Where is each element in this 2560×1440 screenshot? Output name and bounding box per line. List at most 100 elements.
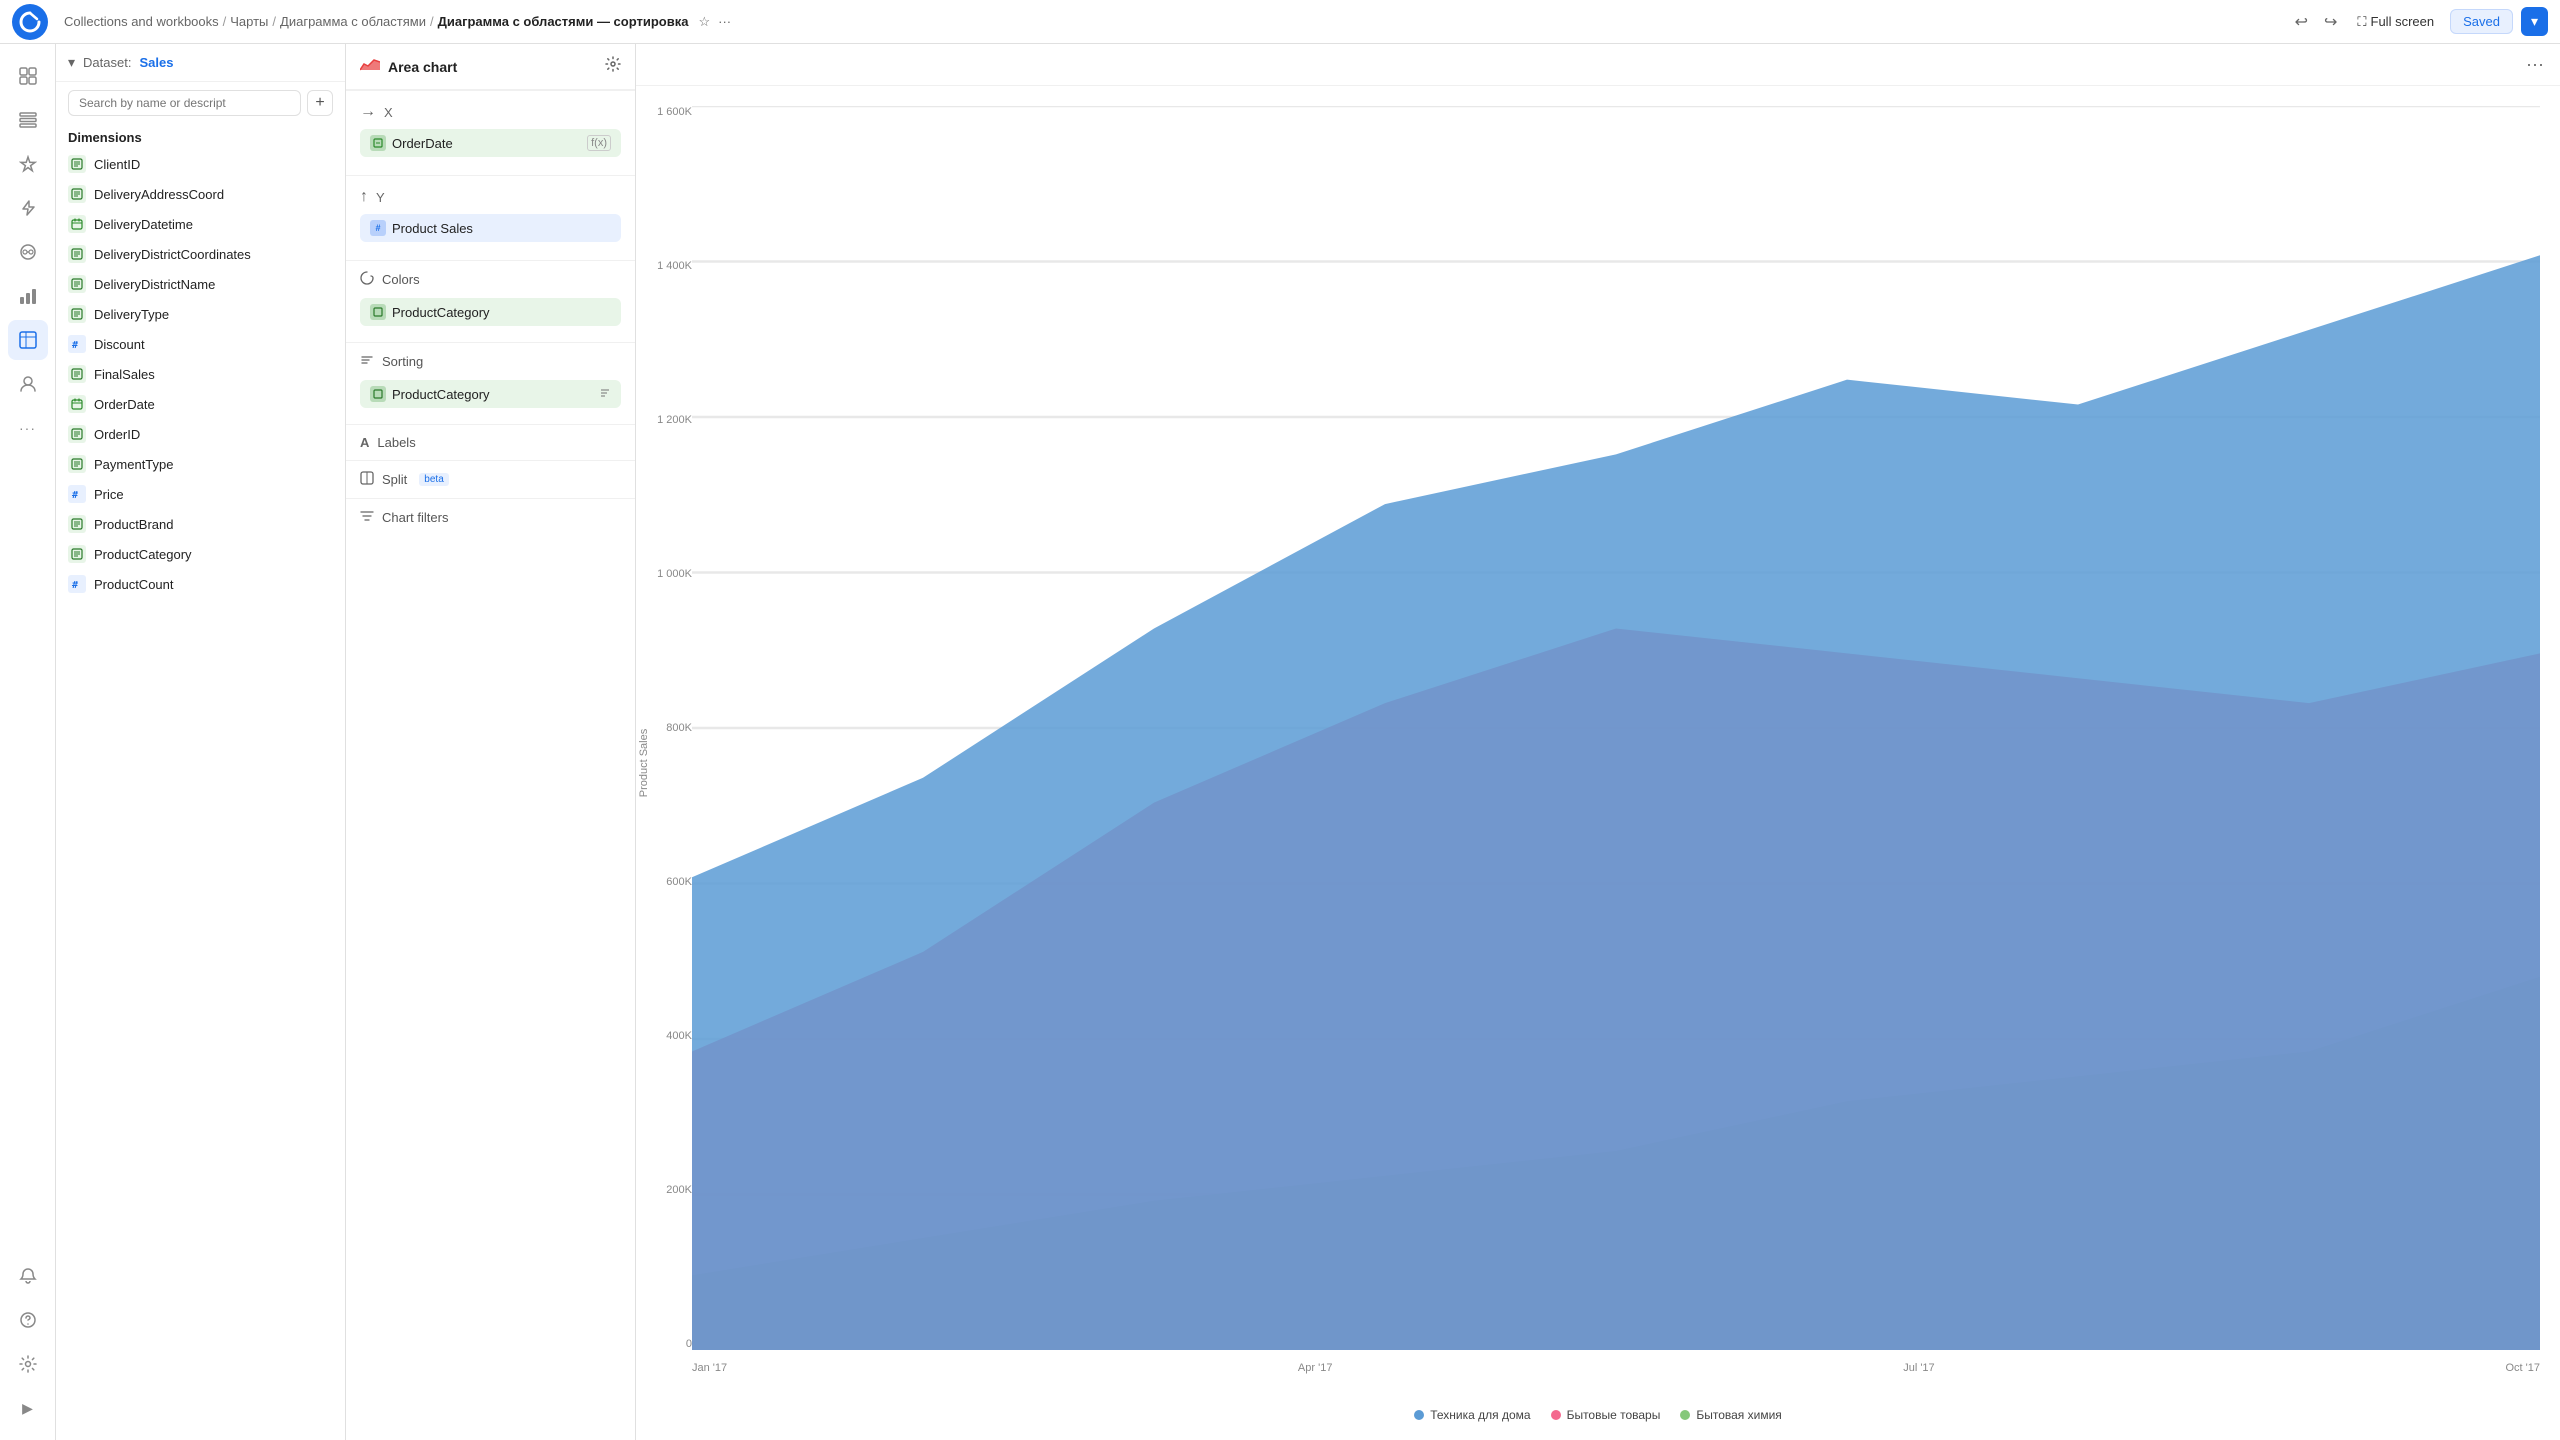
field-type-icon	[68, 185, 86, 203]
chart-settings-icon[interactable]	[605, 56, 621, 77]
field-item[interactable]: FinalSales	[56, 359, 345, 389]
y-label-400: 400K	[666, 1030, 692, 1042]
field-item[interactable]: DeliveryDistrictName	[56, 269, 345, 299]
sidebar-item-bell[interactable]	[8, 1256, 48, 1296]
field-item[interactable]: ProductCategory	[56, 539, 345, 569]
x-axis-section: → X OrderDate f(x)	[346, 91, 635, 175]
redo-button[interactable]: ↪	[2320, 8, 2341, 36]
field-item[interactable]: # Discount	[56, 329, 345, 359]
field-item[interactable]: DeliveryAddressCoord	[56, 179, 345, 209]
legend-dot-pink	[1551, 1410, 1561, 1420]
chart-type-name: Area chart	[388, 59, 457, 75]
x-field-fx-icon[interactable]: f(x)	[587, 135, 611, 151]
field-type-icon	[68, 515, 86, 533]
field-item[interactable]: DeliveryDistrictCoordinates	[56, 239, 345, 269]
breadcrumb-item-2[interactable]: Чарты	[230, 14, 268, 29]
legend-dot-blue	[1414, 1410, 1424, 1420]
field-item[interactable]: ProductBrand	[56, 509, 345, 539]
colors-section-header: Colors	[346, 261, 635, 298]
field-item[interactable]: OrderDate	[56, 389, 345, 419]
legend-label-blue: Техника для дома	[1430, 1408, 1530, 1422]
x-label-apr: Apr '17	[1298, 1362, 1333, 1374]
field-name: DeliveryDatetime	[94, 217, 193, 232]
dropdown-button[interactable]: ▾	[2521, 7, 2548, 36]
dataset-name: Sales	[139, 55, 173, 70]
field-item[interactable]: PaymentType	[56, 449, 345, 479]
sidebar-item-list[interactable]	[8, 100, 48, 140]
breadcrumb-item-3[interactable]: Диаграмма с областями	[280, 14, 426, 29]
sorting-icon	[360, 353, 374, 370]
field-type-icon	[68, 245, 86, 263]
chart-filters-section-header[interactable]: Chart filters	[346, 499, 635, 536]
colors-field-row: ProductCategory	[346, 298, 635, 342]
colors-field-type-icon	[370, 304, 386, 320]
y-label-1000: 1 000K	[657, 568, 692, 580]
chart-more-button[interactable]: ···	[2526, 54, 2544, 75]
breadcrumb-item-1[interactable]: Collections and workbooks	[64, 14, 219, 29]
undo-button[interactable]: ↩	[2291, 8, 2312, 36]
field-name: ProductCategory	[94, 547, 192, 562]
sidebar-item-star[interactable]	[8, 144, 48, 184]
sidebar-item-play[interactable]: ▶	[8, 1388, 48, 1428]
collapse-button[interactable]: ▾	[68, 54, 75, 71]
field-item[interactable]: DeliveryDatetime	[56, 209, 345, 239]
field-item[interactable]: # ProductCount	[56, 569, 345, 599]
sorting-field-row: ProductCategory	[346, 380, 635, 424]
area-chart-icon	[360, 56, 380, 77]
sorting-field-name: ProductCategory	[392, 387, 490, 402]
y-label-1200: 1 200K	[657, 414, 692, 426]
field-type-icon	[68, 425, 86, 443]
colors-label: Colors	[382, 272, 420, 287]
field-item[interactable]: ClientID	[56, 149, 345, 179]
sorting-field-chip[interactable]: ProductCategory	[360, 380, 621, 408]
field-type-icon	[68, 305, 86, 323]
sidebar-item-person[interactable]	[8, 364, 48, 404]
chart-panel-header: Area chart	[346, 44, 635, 90]
y-field-chip[interactable]: # Product Sales	[360, 214, 621, 242]
saved-button[interactable]: Saved	[2450, 9, 2513, 34]
x-field-name: OrderDate	[392, 136, 453, 151]
sidebar-item-bolt[interactable]	[8, 188, 48, 228]
fullscreen-button[interactable]: ⛶ Full screen	[2349, 10, 2442, 34]
split-icon	[360, 471, 374, 488]
sidebar-item-grid[interactable]	[8, 56, 48, 96]
sidebar-item-link[interactable]	[8, 232, 48, 272]
fields-search-row: +	[56, 82, 345, 124]
chart-config-panel: Area chart → X OrderDate	[346, 44, 636, 1440]
svg-text:#: #	[72, 340, 78, 350]
y-axis-labels: 1 600K 1 400K 1 200K 1 000K 800K 600K 40…	[646, 106, 692, 1350]
search-input[interactable]	[68, 90, 301, 116]
fullscreen-icon: ⛶	[2357, 14, 2366, 30]
sidebar-item-table[interactable]	[8, 320, 48, 360]
x-field-chip[interactable]: OrderDate f(x)	[360, 129, 621, 157]
sidebar-item-help[interactable]	[8, 1300, 48, 1340]
add-field-button[interactable]: +	[307, 90, 333, 116]
field-item[interactable]: DeliveryType	[56, 299, 345, 329]
dimensions-title: Dimensions	[56, 124, 345, 149]
sidebar-item-settings[interactable]	[8, 1344, 48, 1384]
y-axis-label: ↑ Y	[360, 188, 621, 206]
field-type-icon	[68, 365, 86, 383]
field-name: Discount	[94, 337, 145, 352]
field-item[interactable]: # Price	[56, 479, 345, 509]
colors-icon	[360, 271, 374, 288]
y-arrow-icon: ↑	[360, 188, 368, 206]
field-item[interactable]: OrderID	[56, 419, 345, 449]
colors-field-chip[interactable]: ProductCategory	[360, 298, 621, 326]
sidebar-item-chart[interactable]	[8, 276, 48, 316]
star-icon[interactable]: ☆	[698, 14, 710, 30]
breadcrumb-current: Диаграмма с областями — сортировка	[438, 14, 689, 29]
more-icon[interactable]: ···	[718, 14, 731, 29]
x-axis-labels: Jan '17 Apr '17 Jul '17 Oct '17	[692, 1362, 2540, 1374]
beta-badge: beta	[419, 473, 448, 486]
labels-section-header: A Labels	[346, 425, 635, 460]
sort-direction-icon[interactable]	[599, 387, 611, 402]
field-name: DeliveryDistrictCoordinates	[94, 247, 251, 262]
icon-sidebar: ··· ▶	[0, 44, 56, 1440]
split-label: Split	[382, 472, 407, 487]
legend-item-blue: Техника для дома	[1414, 1408, 1530, 1422]
chart-filters-icon	[360, 509, 374, 526]
x-label-oct: Oct '17	[2505, 1362, 2540, 1374]
sidebar-item-more[interactable]: ···	[8, 408, 48, 448]
chart-title-row: Area chart	[360, 56, 457, 77]
